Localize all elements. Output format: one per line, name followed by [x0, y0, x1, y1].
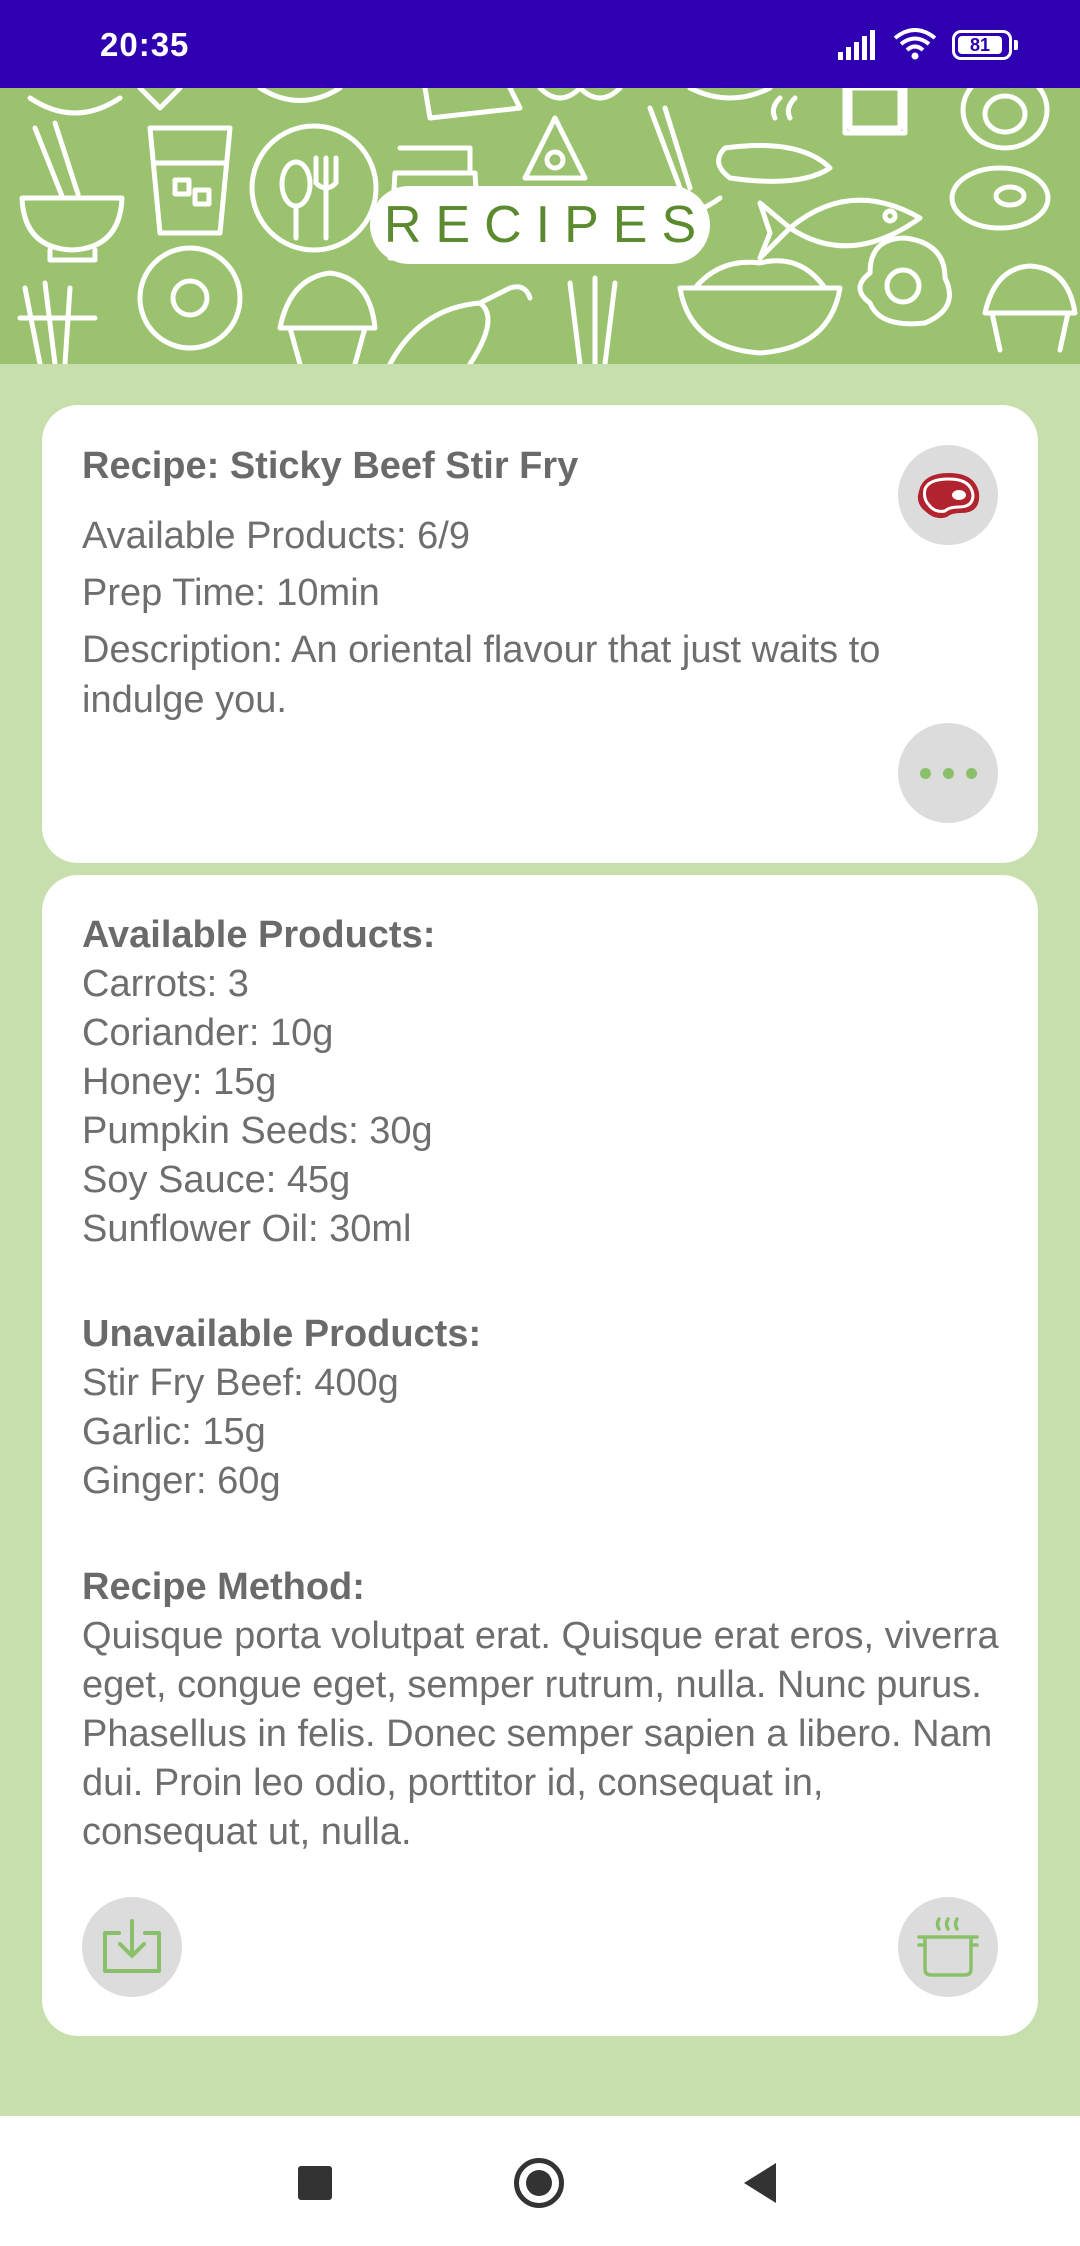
- wifi-icon: [893, 28, 937, 60]
- back-button[interactable]: [744, 2163, 776, 2203]
- recipe-method-text: Quisque porta volutpat erat. Quisque era…: [82, 1615, 999, 1853]
- more-options-button[interactable]: [898, 723, 998, 823]
- recipe-method-section: Recipe Method: Quisque porta volutpat er…: [82, 1563, 1002, 1857]
- available-products-heading: Available Products:: [82, 914, 436, 956]
- unavailable-products-heading: Unavailable Products:: [82, 1313, 482, 1355]
- recipe-method-heading: Recipe Method:: [82, 1566, 365, 1608]
- list-item: Sunflower Oil: 30ml: [82, 1208, 412, 1250]
- signal-icon: [838, 30, 875, 60]
- battery-level: 81: [958, 36, 1002, 54]
- home-button[interactable]: [514, 2158, 564, 2208]
- banner-title-pill: RECIPES: [370, 186, 710, 264]
- recipe-title: Recipe: Sticky Beef Stir Fry: [82, 445, 579, 487]
- recipes-banner: RECIPES: [0, 88, 1080, 364]
- more-dots-icon: [919, 767, 977, 779]
- download-button[interactable]: [82, 1897, 182, 1997]
- cook-button[interactable]: [898, 1897, 998, 1997]
- download-icon: [103, 1919, 161, 1973]
- system-nav-bar: [0, 2116, 1080, 2246]
- recipe-description: Description: An oriental flavour that ju…: [82, 629, 881, 721]
- battery-icon: 81: [952, 30, 1018, 60]
- list-item: Soy Sauce: 45g: [82, 1159, 351, 1201]
- available-count: Available Products: 6/9: [82, 515, 470, 557]
- list-item: Pumpkin Seeds: 30g: [82, 1110, 433, 1152]
- banner-title: RECIPES: [383, 196, 711, 254]
- unavailable-products-section: Unavailable Products: Stir Fry Beef: 400…: [82, 1310, 1002, 1506]
- list-item: Coriander: 10g: [82, 1012, 334, 1054]
- list-item: Ginger: 60g: [82, 1460, 281, 1502]
- list-item: Carrots: 3: [82, 963, 249, 1005]
- available-products-section: Available Products: Carrots: 3 Coriander…: [82, 911, 1002, 1254]
- list-item: Garlic: 15g: [82, 1411, 266, 1453]
- status-time: 20:35: [100, 26, 190, 63]
- prep-time: Prep Time: 10min: [82, 572, 380, 614]
- meat-steak-icon: [917, 473, 980, 519]
- list-item: Stir Fry Beef: 400g: [82, 1362, 399, 1404]
- recents-button[interactable]: [298, 2166, 332, 2200]
- recipe-details-card: Available Products: Carrots: 3 Coriander…: [42, 875, 1038, 2036]
- status-bar: 20:35 81: [0, 0, 1080, 88]
- list-item: Honey: 15g: [82, 1061, 277, 1103]
- recipe-summary-card[interactable]: Recipe: Sticky Beef Stir Fry Available P…: [42, 405, 1038, 863]
- meat-category-button[interactable]: [898, 445, 998, 545]
- cooking-pot-icon: [917, 1917, 979, 1977]
